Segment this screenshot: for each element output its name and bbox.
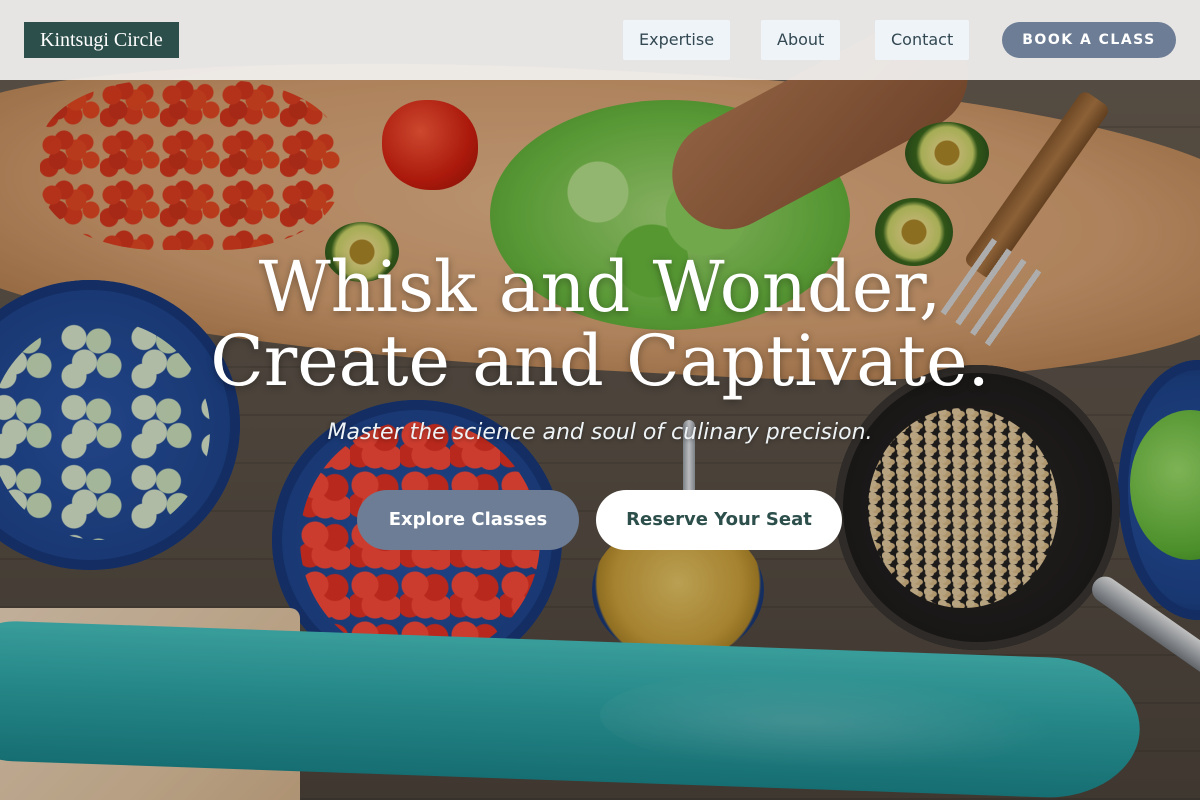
hero-subtitle: Master the science and soul of culinary … <box>327 420 873 445</box>
nav-link-about[interactable]: About <box>761 20 841 60</box>
hero-title-line-1: Whisk and Wonder, <box>258 246 942 328</box>
book-a-class-button[interactable]: BOOK A CLASS <box>1002 22 1176 58</box>
nav-link-expertise[interactable]: Expertise <box>623 20 731 60</box>
reserve-your-seat-button[interactable]: Reserve Your Seat <box>596 490 842 550</box>
site-header: Kintsugi Circle Expertise About Contact … <box>0 0 1200 80</box>
nav-link-contact[interactable]: Contact <box>875 20 970 60</box>
hero-title: Whisk and Wonder, Create and Captivate. <box>100 250 1100 398</box>
hero-title-line-2: Create and Captivate. <box>210 320 990 402</box>
explore-classes-button[interactable]: Explore Classes <box>357 490 579 550</box>
site-logo[interactable]: Kintsugi Circle <box>24 22 179 58</box>
page: Kintsugi Circle Expertise About Contact … <box>0 0 1200 800</box>
